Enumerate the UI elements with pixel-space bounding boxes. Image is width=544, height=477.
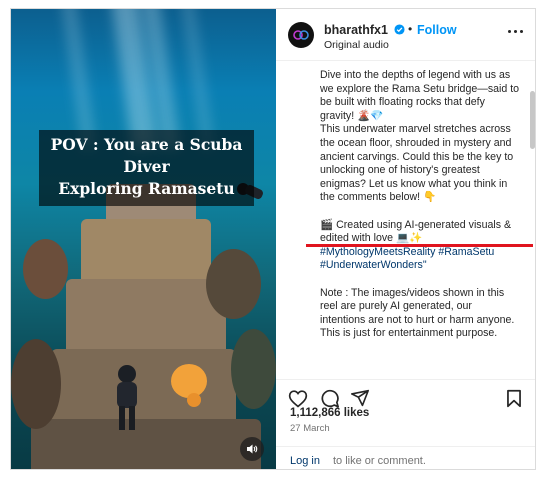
post-header: bharathfx1 • Follow Original audio xyxy=(276,9,535,61)
caption-credit: 🎬 Created using AI-generated visuals & e… xyxy=(320,218,512,245)
action-bar xyxy=(276,379,535,410)
scrollbar-thumb[interactable] xyxy=(530,91,535,149)
orange-coral xyxy=(187,393,201,407)
orange-coral xyxy=(171,364,207,398)
comment-icon[interactable] xyxy=(320,389,339,408)
stone-block xyxy=(31,419,261,469)
speaker-icon xyxy=(247,444,258,454)
follow-button[interactable]: Follow xyxy=(417,23,457,37)
reel-media[interactable]: POV : You are a Scuba Diver Exploring Ra… xyxy=(11,9,276,469)
audio-subtitle-link[interactable]: Original audio xyxy=(324,39,389,51)
more-options-icon[interactable] xyxy=(508,30,523,33)
heart-icon[interactable] xyxy=(288,389,308,408)
caption-scrollbar[interactable] xyxy=(530,69,535,371)
coral xyxy=(11,339,61,429)
likes-count[interactable]: 1,112,866 likes xyxy=(290,407,369,419)
coral xyxy=(231,329,276,409)
stone-block xyxy=(66,279,226,359)
caption-paragraph: This underwater marvel stretches across … xyxy=(320,123,514,204)
avatar-logo-icon xyxy=(293,30,309,40)
share-icon[interactable] xyxy=(351,389,369,407)
post-date[interactable]: 27 March xyxy=(290,423,330,434)
coral xyxy=(23,239,68,299)
light-ray xyxy=(179,9,215,150)
verified-badge-icon xyxy=(394,24,405,35)
post-card: POV : You are a Scuba Diver Exploring Ra… xyxy=(10,8,536,470)
reel-overlay-title: POV : You are a Scuba Diver Exploring Ra… xyxy=(39,130,254,206)
caption-paragraph: Dive into the depths of legend with us a… xyxy=(320,69,520,122)
mute-toggle-button[interactable] xyxy=(240,437,264,461)
post-caption: Dive into the depths of legend with us a… xyxy=(320,69,520,371)
avatar[interactable] xyxy=(288,22,314,48)
overlay-title-line2: Exploring Ramasetu xyxy=(58,179,235,198)
overlay-title-line1: POV : You are a Scuba Diver xyxy=(50,135,243,176)
bookmark-icon[interactable] xyxy=(506,389,522,408)
caption-hashtags[interactable]: #MythologyMeetsReality #RamaSetu #Underw… xyxy=(320,246,520,273)
red-annotation-underline xyxy=(306,244,533,247)
coral xyxy=(206,249,261,319)
separator-dot: • xyxy=(408,22,413,36)
post-details-panel: bharathfx1 • Follow Original audio Dive … xyxy=(276,9,535,469)
scuba-diver xyxy=(117,365,137,430)
login-link[interactable]: Log in xyxy=(290,455,320,467)
username-link[interactable]: bharathfx1 xyxy=(324,23,388,37)
caption-note: Note : The images/videos shown in this r… xyxy=(320,286,515,340)
light-ray xyxy=(59,9,97,150)
login-prompt-text: to like or comment. xyxy=(333,455,426,467)
